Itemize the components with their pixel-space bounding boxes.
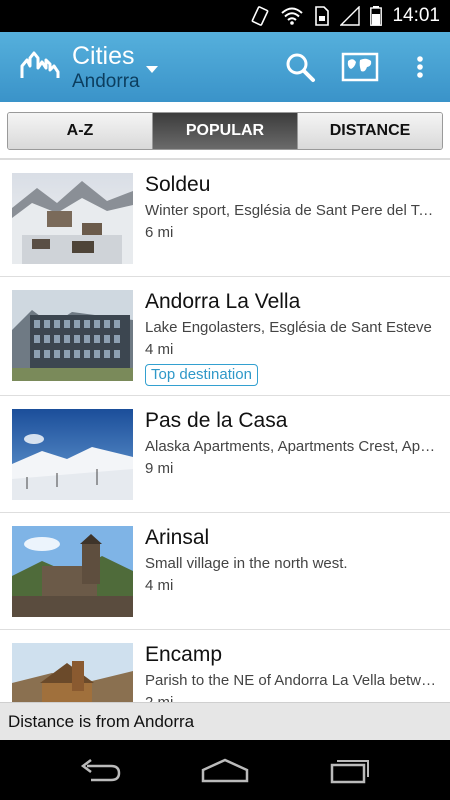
city-description: Small village in the north west. <box>145 555 348 572</box>
overflow-menu-icon <box>417 56 423 78</box>
back-button[interactable] <box>70 750 130 790</box>
city-distance: 4 mi <box>145 341 174 358</box>
system-nav-bar <box>0 740 450 800</box>
city-info: Encamp Parish to the NE of Andorra La Ve… <box>145 642 441 702</box>
city-thumbnail <box>12 526 133 617</box>
map-icon <box>341 52 379 82</box>
city-description: Alaska Apartments, Apartments Crest, Apa… <box>145 438 441 455</box>
chevron-down-icon[interactable] <box>146 66 158 73</box>
title-spinner[interactable]: Cities Andorra <box>72 42 140 94</box>
city-distance: 6 mi <box>145 224 174 241</box>
city-thumbnail <box>12 643 133 702</box>
city-thumbnail <box>12 173 133 264</box>
top-destination-badge: Top destination <box>145 364 258 386</box>
city-thumbnail <box>12 290 133 381</box>
city-info: Pas de la Casa Alaska Apartments, Apartm… <box>145 408 441 479</box>
list-item[interactable]: Pas de la Casa Alaska Apartments, Apartm… <box>0 396 450 513</box>
status-bar: 14:01 <box>0 0 450 32</box>
city-info: Andorra La Vella Lake Engolasters, Esglé… <box>145 289 441 386</box>
city-description: Lake Engolasters, Església de Sant Estev… <box>145 319 432 336</box>
city-thumbnail <box>12 409 133 500</box>
action-bar: Cities Andorra <box>0 32 450 102</box>
list-item[interactable]: Encamp Parish to the NE of Andorra La Ve… <box>0 630 450 702</box>
list-item[interactable]: Andorra La Vella Lake Engolasters, Esglé… <box>0 277 450 396</box>
city-distance: 2 mi <box>145 693 441 702</box>
sim-card-icon <box>315 6 330 26</box>
list-item[interactable]: Arinsal Small village in the north west.… <box>0 513 450 630</box>
city-skyline-icon[interactable] <box>20 50 60 80</box>
list-item[interactable]: Soldeu Winter sport, Església de Sant Pe… <box>0 160 450 277</box>
city-description: Winter sport, Església de Sant Pere del … <box>145 202 441 219</box>
sort-tabs: A-Z POPULAR DISTANCE <box>7 112 443 150</box>
recent-apps-icon <box>330 760 369 784</box>
distance-note: Distance is from Andorra <box>0 702 450 740</box>
city-description: Parish to the NE of Andorra La Vella bet… <box>145 672 441 689</box>
page-title: Cities <box>72 42 135 70</box>
status-icons: 14:01 <box>250 0 440 32</box>
city-distance: 9 mi <box>145 460 174 477</box>
home-icon <box>201 758 249 783</box>
tab-a-z[interactable]: A-Z <box>8 113 153 149</box>
city-info: Arinsal Small village in the north west.… <box>145 525 441 596</box>
status-time: 14:01 <box>392 5 440 26</box>
city-distance: 4 mi <box>145 577 174 594</box>
city-list[interactable]: Soldeu Winter sport, Església de Sant Pe… <box>0 160 450 702</box>
battery-icon <box>370 6 383 26</box>
wifi-icon <box>281 7 304 25</box>
city-name: Encamp <box>145 643 223 666</box>
back-icon <box>80 759 121 782</box>
recent-apps-button[interactable] <box>320 750 380 790</box>
tab-popular[interactable]: POPULAR <box>153 113 298 149</box>
city-name: Soldeu <box>145 173 211 196</box>
city-name: Arinsal <box>145 526 210 549</box>
city-name: Pas de la Casa <box>145 409 288 432</box>
home-button[interactable] <box>195 750 255 790</box>
signal-icon <box>340 6 361 26</box>
map-button[interactable] <box>340 47 380 87</box>
search-button[interactable] <box>280 47 320 87</box>
city-info: Soldeu Winter sport, Església de Sant Pe… <box>145 172 441 243</box>
page-subtitle: Andorra <box>72 71 140 92</box>
overflow-menu-button[interactable] <box>400 47 440 87</box>
city-name: Andorra La Vella <box>145 290 301 313</box>
search-icon <box>286 53 315 82</box>
tab-distance[interactable]: DISTANCE <box>298 113 442 149</box>
vibrate-icon <box>252 6 269 26</box>
